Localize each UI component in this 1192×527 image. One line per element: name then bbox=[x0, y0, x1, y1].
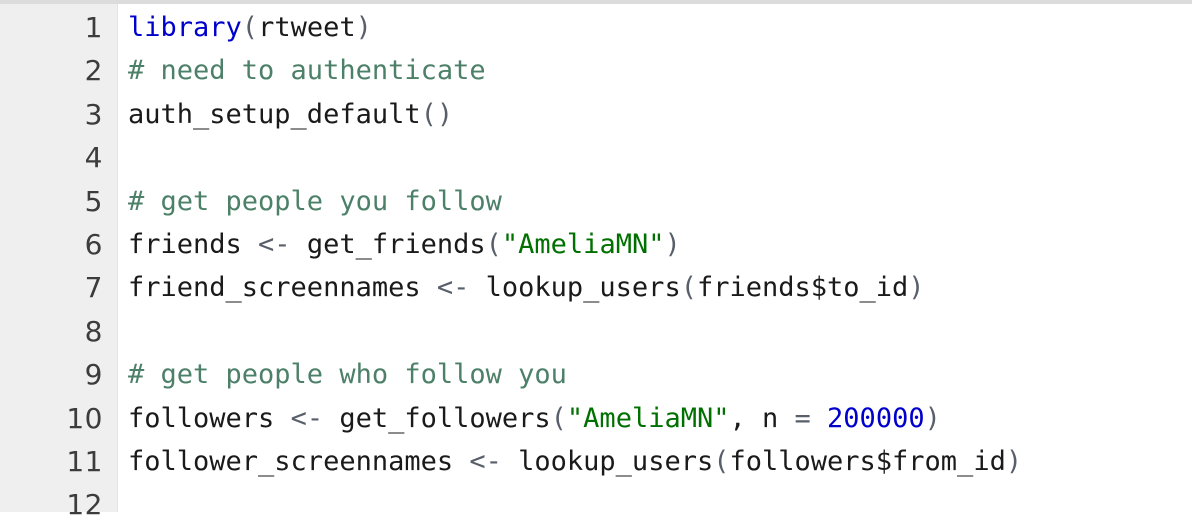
token-punct: ) bbox=[355, 12, 372, 43]
token-plain: , n bbox=[729, 402, 795, 434]
token-plain: lookup_users bbox=[469, 272, 681, 304]
token-punct: ( bbox=[713, 445, 730, 477]
token-plain: friends$to_id bbox=[696, 272, 909, 304]
token-plain: auth_setup_default bbox=[128, 98, 421, 130]
line-number: 10 bbox=[66, 401, 103, 435]
token-number: 200000 bbox=[827, 402, 925, 434]
code-line[interactable]: followers <- get_followers("AmeliaMN", n… bbox=[128, 397, 1192, 440]
code-line[interactable]: # get people who follow you bbox=[128, 353, 1192, 396]
token-punct: ( bbox=[680, 272, 697, 304]
token-punct: ) bbox=[924, 402, 941, 434]
token-plain: friends bbox=[128, 228, 259, 260]
token-string: "AmeliaMN" bbox=[566, 402, 730, 434]
code-line[interactable]: library(rtweet) bbox=[128, 6, 1192, 49]
line-number: 11 bbox=[66, 444, 103, 478]
line-number: 8 bbox=[84, 314, 103, 348]
code-line[interactable] bbox=[128, 136, 1192, 179]
token-operator: <- bbox=[469, 445, 502, 477]
token-keyword: library bbox=[128, 12, 242, 43]
token-comment: # need to authenticate bbox=[128, 55, 486, 87]
token-operator: <- bbox=[436, 272, 470, 304]
token-punct: ( bbox=[241, 12, 259, 43]
line-number: 6 bbox=[84, 227, 103, 261]
code-line[interactable]: friends <- get_friends("AmeliaMN") bbox=[128, 223, 1192, 266]
token-plain: friend_screennames bbox=[128, 272, 437, 304]
code-surface: 1 2 3 4 5 6 7 8 9 10 11 12 library(rtweet) # need to… bbox=[0, 4, 1192, 521]
token-plain: rtweet bbox=[258, 12, 356, 43]
line-number: 3 bbox=[84, 97, 103, 131]
token-punct: ) bbox=[664, 228, 681, 260]
code-content-area[interactable]: library(rtweet) # need to authenticate aut… bbox=[118, 4, 1192, 512]
line-number: 1 bbox=[84, 11, 103, 44]
token-punct: ) bbox=[908, 272, 925, 304]
token-punct: () bbox=[420, 98, 454, 130]
token-comment: # get people you follow bbox=[128, 185, 502, 217]
line-number: 12 bbox=[66, 488, 103, 522]
token-plain: followers bbox=[128, 402, 291, 434]
code-line[interactable] bbox=[128, 483, 1192, 512]
token-punct: ) bbox=[1005, 445, 1023, 477]
token-operator: <- bbox=[258, 228, 291, 260]
code-line[interactable]: # get people you follow bbox=[128, 180, 1192, 223]
line-number: 5 bbox=[84, 184, 103, 218]
token-comment: # get people who follow you bbox=[128, 359, 567, 391]
code-line[interactable]: friend_screennames <- lookup_users(frien… bbox=[128, 266, 1192, 309]
token-plain: lookup_users bbox=[501, 445, 714, 477]
code-editor: 1 2 3 4 5 6 7 8 9 10 11 12 library(rtweet) # need to… bbox=[0, 0, 1192, 521]
token-punct: ( bbox=[485, 228, 502, 260]
line-number: 4 bbox=[84, 141, 103, 175]
code-line[interactable]: auth_setup_default() bbox=[128, 93, 1192, 136]
code-line[interactable] bbox=[128, 310, 1192, 353]
token-operator: <- bbox=[290, 402, 324, 434]
line-number-gutter: 1 2 3 4 5 6 7 8 9 10 11 12 bbox=[0, 4, 118, 521]
line-number: 9 bbox=[84, 358, 103, 392]
token-string: "AmeliaMN" bbox=[501, 228, 665, 260]
code-line[interactable]: follower_screennames <- lookup_users(fol… bbox=[128, 440, 1192, 483]
line-number: 2 bbox=[84, 54, 103, 88]
token-operator: = bbox=[794, 402, 811, 434]
token-punct: ( bbox=[550, 402, 567, 434]
token-plain: get_followers bbox=[323, 402, 551, 434]
token-plain: get_friends bbox=[290, 228, 486, 260]
token-plain: followers$from_id bbox=[729, 445, 1006, 477]
code-line[interactable]: # need to authenticate bbox=[128, 49, 1192, 92]
line-number: 7 bbox=[84, 271, 103, 305]
editor-top-strip bbox=[0, 0, 1192, 4]
token-plain: follower_screennames bbox=[128, 445, 470, 477]
